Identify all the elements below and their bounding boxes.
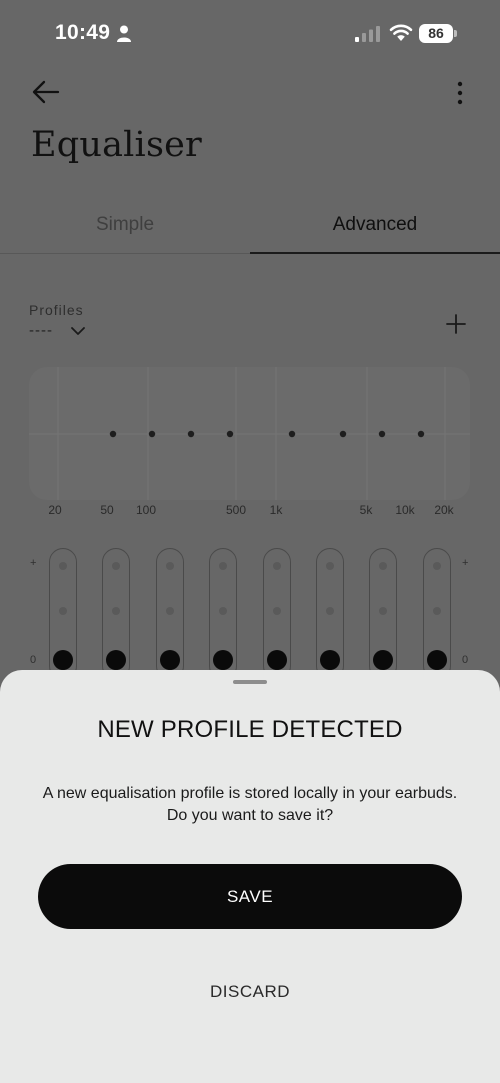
wifi-icon xyxy=(389,24,413,41)
sheet-grabber-handle[interactable] xyxy=(233,680,267,684)
slider-knob[interactable] xyxy=(320,650,340,670)
sheet-message: A new equalisation profile is stored loc… xyxy=(30,783,470,827)
status-bar: 10:49 86 xyxy=(0,0,500,60)
slider-step-dot xyxy=(326,562,334,570)
slider-step-dot xyxy=(166,562,174,570)
add-profile-icon[interactable] xyxy=(446,314,466,334)
freq-label: 500 xyxy=(225,503,247,517)
freq-label: 10k xyxy=(395,503,415,517)
eq-point xyxy=(339,430,347,438)
slider-knob[interactable] xyxy=(427,650,447,670)
save-button[interactable]: SAVE xyxy=(38,864,462,929)
page-title: Equaliser xyxy=(31,125,202,165)
slider-knob[interactable] xyxy=(213,650,233,670)
slider-step-dot xyxy=(273,562,281,570)
more-options-icon[interactable] xyxy=(450,80,470,106)
freq-label: 100 xyxy=(135,503,157,517)
eq-point xyxy=(148,430,156,438)
band-slider-500[interactable] xyxy=(209,548,237,680)
band-slider-1k[interactable] xyxy=(263,548,291,680)
slider-step-dot xyxy=(112,562,120,570)
eq-point xyxy=(417,430,425,438)
tab-advanced[interactable]: Advanced xyxy=(250,200,500,254)
sheet-message-line-1: A new equalisation profile is stored loc… xyxy=(42,785,458,802)
person-icon xyxy=(117,25,131,42)
slider-step-dot xyxy=(59,562,67,570)
freq-label: 20 xyxy=(48,503,62,517)
freq-label: 20k xyxy=(434,503,454,517)
status-time: 10:49 xyxy=(55,21,111,44)
band-slider-10k[interactable] xyxy=(369,548,397,680)
frequency-axis: 20 50 100 500 1k 5k 10k 20k xyxy=(0,503,500,523)
slider-step-dot xyxy=(219,562,227,570)
eq-point xyxy=(378,430,386,438)
slider-step-dot xyxy=(379,607,387,615)
eq-point xyxy=(109,430,117,438)
zero-mark-left: 0 xyxy=(30,654,37,666)
slider-step-dot xyxy=(59,607,67,615)
band-slider-20[interactable] xyxy=(49,548,77,680)
back-arrow-icon[interactable] xyxy=(31,78,61,106)
plus-mark-left: + xyxy=(30,557,37,569)
battery-level: 86 xyxy=(419,24,453,43)
band-sliders: + + 0 0 xyxy=(0,540,500,680)
slider-knob[interactable] xyxy=(53,650,73,670)
slider-step-dot xyxy=(219,607,227,615)
tab-bar: Simple Advanced xyxy=(0,200,500,254)
profiles-label: Profiles xyxy=(29,302,84,318)
slider-knob[interactable] xyxy=(160,650,180,670)
eq-curve-svg xyxy=(29,367,470,500)
freq-label: 1k xyxy=(269,503,283,517)
battery-cap xyxy=(454,30,457,37)
eq-curve-graph xyxy=(29,367,470,500)
slider-step-dot xyxy=(433,562,441,570)
tab-simple[interactable]: Simple xyxy=(0,200,250,254)
slider-step-dot xyxy=(273,607,281,615)
slider-knob[interactable] xyxy=(267,650,287,670)
zero-mark-right: 0 xyxy=(462,654,469,666)
slider-step-dot xyxy=(112,607,120,615)
plus-mark-right: + xyxy=(462,557,469,569)
profiles-dropdown[interactable]: ---- xyxy=(29,322,53,339)
band-slider-100[interactable] xyxy=(156,548,184,680)
battery-icon: 86 xyxy=(419,24,457,43)
band-slider-20k[interactable] xyxy=(423,548,451,680)
eq-point xyxy=(187,430,195,438)
slider-step-dot xyxy=(433,607,441,615)
slider-knob[interactable] xyxy=(373,650,393,670)
slider-step-dot xyxy=(326,607,334,615)
sheet-message-line-2: Do you want to save it? xyxy=(166,807,334,824)
slider-step-dot xyxy=(379,562,387,570)
cellular-signal-icon xyxy=(355,26,380,42)
band-slider-5k[interactable] xyxy=(316,548,344,680)
discard-button[interactable]: DISCARD xyxy=(0,982,500,1002)
eq-point xyxy=(288,430,296,438)
chevron-down-icon[interactable] xyxy=(71,326,85,336)
slider-knob[interactable] xyxy=(106,650,126,670)
sheet-title: NEW PROFILE DETECTED xyxy=(97,716,403,743)
eq-point xyxy=(226,430,234,438)
freq-label: 50 xyxy=(100,503,114,517)
new-profile-bottom-sheet: NEW PROFILE DETECTED A new equalisation … xyxy=(0,670,500,1083)
slider-step-dot xyxy=(166,607,174,615)
band-slider-50[interactable] xyxy=(102,548,130,680)
freq-label: 5k xyxy=(359,503,373,517)
